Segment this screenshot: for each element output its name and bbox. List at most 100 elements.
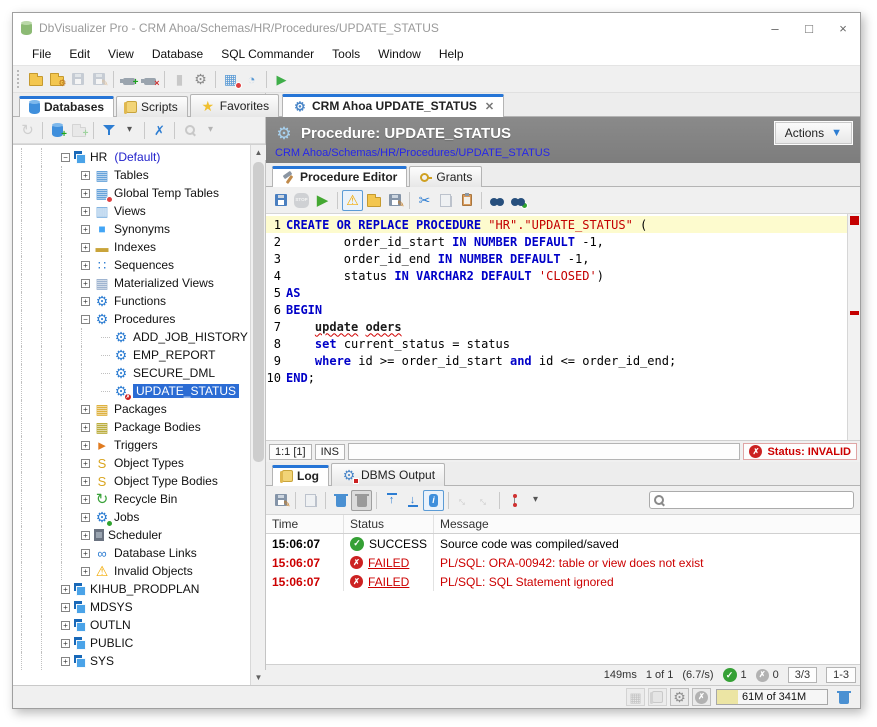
tree-item-add-job-history[interactable]: ⚙ADD_JOB_HISTORY <box>21 328 250 346</box>
create-connection-button[interactable]: + <box>47 120 68 141</box>
find-button[interactable] <box>486 190 507 211</box>
filter-button[interactable] <box>98 120 119 141</box>
tree-item-package-bodies[interactable]: +▦Package Bodies <box>21 418 250 436</box>
background-processes-button[interactable]: ⚙ <box>670 688 689 706</box>
table-data-monitor-button[interactable]: ▦ <box>220 69 241 90</box>
tree-item-emp-report[interactable]: ⚙EMP_REPORT <box>21 346 250 364</box>
menu-tools[interactable]: Tools <box>323 45 369 63</box>
execute-button[interactable]: ▶ <box>312 190 333 211</box>
expander-icon[interactable]: + <box>81 243 90 252</box>
find-replace-button[interactable] <box>507 190 528 211</box>
tab-dbms-output[interactable]: ⚙DBMS Output <box>331 463 445 486</box>
disconnect-button[interactable]: × <box>139 69 160 90</box>
save-to-file-button[interactable]: ✎ <box>384 190 405 211</box>
scroll-to-top-button[interactable]: ↑ <box>381 490 402 511</box>
marker-button[interactable] <box>504 490 525 511</box>
expander-icon[interactable]: + <box>81 423 90 432</box>
expander-icon[interactable]: + <box>81 261 90 270</box>
tree-item-sequences[interactable]: +∷Sequences <box>21 256 250 274</box>
compile-save-button[interactable] <box>270 190 291 211</box>
expander-icon[interactable]: + <box>61 621 70 630</box>
expander-icon[interactable]: + <box>81 531 90 540</box>
tree-item-public[interactable]: +PUBLIC <box>21 634 250 652</box>
scroll-to-bottom-button[interactable]: ↓ <box>402 490 423 511</box>
log-indicator-button[interactable] <box>648 688 667 706</box>
save-as-button[interactable]: ✎ <box>88 69 109 90</box>
copy-log-button[interactable] <box>300 490 321 511</box>
menu-view[interactable]: View <box>99 45 143 63</box>
table-row[interactable]: 15:06:07✓SUCCESSSource code was compiled… <box>266 534 860 553</box>
tree-item-global-temp-tables[interactable]: +▦Global Temp Tables <box>21 184 250 202</box>
create-folder-button[interactable]: + <box>68 120 89 141</box>
expander-icon[interactable]: + <box>81 495 90 504</box>
log-settings-button[interactable]: ✎ <box>270 490 291 511</box>
expander-icon[interactable]: + <box>81 279 90 288</box>
expander-icon[interactable]: + <box>81 459 90 468</box>
databases-button[interactable]: ▮ <box>169 69 190 90</box>
tree-item-tables[interactable]: +▦Tables <box>21 166 250 184</box>
connect-button[interactable]: + <box>118 69 139 90</box>
tree-item-object-types[interactable]: +SObject Types <box>21 454 250 472</box>
driver-manager-button[interactable]: ▶ <box>271 69 292 90</box>
clear-log-button[interactable] <box>330 490 351 511</box>
expander-icon[interactable]: + <box>81 297 90 306</box>
expander-icon[interactable]: − <box>61 153 70 162</box>
tree-item-scheduler[interactable]: +Scheduler <box>21 526 250 544</box>
paste-button[interactable] <box>456 190 477 211</box>
maximize-button[interactable]: □ <box>792 13 826 43</box>
minimize-button[interactable]: – <box>758 13 792 43</box>
expander-icon[interactable]: − <box>81 315 90 324</box>
table-row[interactable]: 15:06:07✗FAILEDPL/SQL: ORA-00942: table … <box>266 553 860 572</box>
grid-indicator-button[interactable]: ▦ <box>626 688 645 706</box>
error-marker-icon[interactable] <box>850 311 859 315</box>
expander-icon[interactable]: + <box>61 657 70 666</box>
menu-file[interactable]: File <box>23 45 60 63</box>
tree-item-database-links[interactable]: +∞Database Links <box>21 544 250 562</box>
tab-grants[interactable]: Grants <box>409 166 482 187</box>
tree-item-update-status[interactable]: ⚙✗UPDATE_STATUS <box>21 382 250 400</box>
expander-icon[interactable]: + <box>81 477 90 486</box>
menu-window[interactable]: Window <box>369 45 430 63</box>
collapse-all-button[interactable]: ✗ <box>149 120 170 141</box>
tree-item-packages[interactable]: +▦Packages <box>21 400 250 418</box>
expander-icon[interactable]: + <box>81 513 90 522</box>
log-search-box[interactable] <box>649 491 854 509</box>
expander-icon[interactable]: + <box>81 567 90 576</box>
open-file-button[interactable] <box>25 69 46 90</box>
tree-item-jobs[interactable]: +⚙Jobs <box>21 508 250 526</box>
column-header-time[interactable]: Time <box>266 515 344 533</box>
save-button[interactable] <box>67 69 88 90</box>
tree-item-functions[interactable]: +⚙Functions <box>21 292 250 310</box>
expand-all-button[interactable]: ↔ <box>453 490 474 511</box>
tab-procedure-editor[interactable]: Procedure Editor <box>272 166 407 187</box>
tree-item-triggers[interactable]: +▸Triggers <box>21 436 250 454</box>
filter-dropdown[interactable]: ▾ <box>119 120 140 141</box>
run-gc-button[interactable] <box>833 687 854 708</box>
tree-item-object-type-bodies[interactable]: +SObject Type Bodies <box>21 472 250 490</box>
expander-icon[interactable]: + <box>81 405 90 414</box>
open-with-settings-button[interactable]: ⚙ <box>46 69 67 90</box>
tree-item-kihub-prodplan[interactable]: +KIHUB_PRODPLAN <box>21 580 250 598</box>
log-table[interactable]: TimeStatusMessage15:06:07✓SUCCESSSource … <box>266 515 860 664</box>
locate-button[interactable] <box>179 120 200 141</box>
stop-button[interactable]: STOP <box>291 190 312 211</box>
tree-item-mdsys[interactable]: +MDSYS <box>21 598 250 616</box>
tab-favorites[interactable]: ★Favorites <box>190 94 279 117</box>
clear-all-log-button[interactable] <box>351 490 372 511</box>
menu-edit[interactable]: Edit <box>60 45 99 63</box>
tree-item-synonyms[interactable]: +■Synonyms <box>21 220 250 238</box>
tree-item-invalid-objects[interactable]: +⚠Invalid Objects <box>21 562 250 580</box>
menu-database[interactable]: Database <box>143 45 212 63</box>
tree-item-outln[interactable]: +OUTLN <box>21 616 250 634</box>
scroll-down-icon[interactable]: ▼ <box>251 670 266 685</box>
memory-monitor[interactable]: 61M of 341M <box>716 689 828 705</box>
expander-icon[interactable]: + <box>81 207 90 216</box>
scroll-up-icon[interactable]: ▲ <box>251 145 266 160</box>
tree-item-recycle-bin[interactable]: +↻Recycle Bin <box>21 490 250 508</box>
close-button[interactable]: × <box>826 13 860 43</box>
tree-item-hr[interactable]: −HR(Default) <box>21 148 250 166</box>
tab-scripts[interactable]: Scripts <box>116 96 188 117</box>
cut-button[interactable]: ✂ <box>414 190 435 211</box>
table-row[interactable]: 15:06:07✗FAILEDPL/SQL: SQL Statement ign… <box>266 572 860 591</box>
actions-button[interactable]: Actions ▼ <box>775 122 852 144</box>
